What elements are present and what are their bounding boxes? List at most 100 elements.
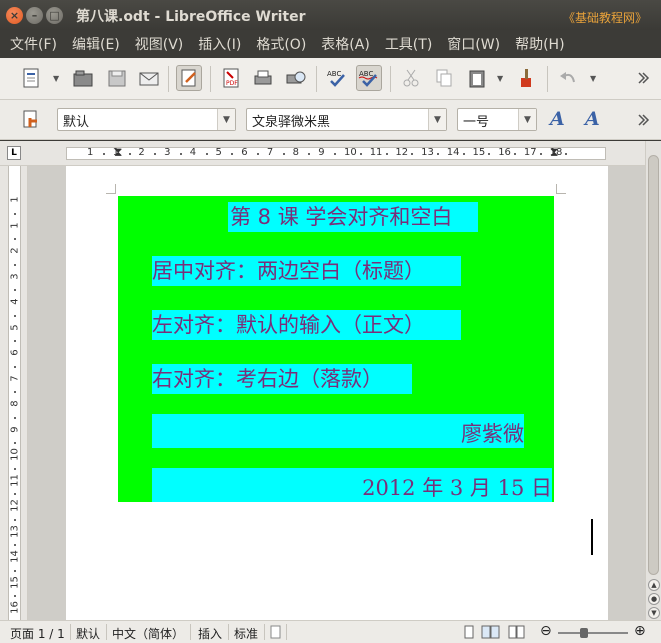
menu-format[interactable]: 格式(O) (250, 34, 312, 54)
styles-formatting-icon[interactable] (18, 107, 44, 133)
status-page[interactable]: 页面 1 / 1 (10, 625, 65, 642)
window-controls: × – □ (6, 7, 63, 24)
ruler-mark: 1 (87, 147, 94, 158)
email-icon[interactable] (136, 65, 162, 91)
scroll-navigator-icon[interactable]: ● (648, 593, 660, 605)
font-size-combo[interactable]: 一号 ▼ (457, 108, 537, 131)
menu-table[interactable]: 表格(A) (315, 34, 376, 54)
spellcheck-icon[interactable]: ABC (324, 65, 350, 91)
close-icon[interactable]: × (6, 7, 23, 24)
vertical-ruler-mark: 1 (9, 221, 21, 229)
vertical-ruler-tick (14, 544, 16, 547)
tab-stop-selector[interactable]: L (7, 146, 21, 160)
scrollbar-thumb[interactable] (648, 155, 659, 575)
vertical-ruler-tick (14, 518, 16, 521)
undo-icon[interactable] (555, 65, 581, 91)
paste-dropdown-icon[interactable]: ▼ (497, 74, 503, 83)
ruler-mark: 10 (344, 147, 357, 158)
vertical-ruler[interactable]: 1 1 2 3 4 5 6 7 8 9 10 11 12 13 14 15 16 (0, 166, 28, 623)
book-view-icon[interactable] (508, 625, 526, 642)
indent-marker-icon[interactable]: ⧗ (550, 145, 558, 160)
status-style[interactable]: 默认 (76, 625, 100, 642)
document-modified-icon (270, 625, 282, 642)
watermark-text: 《基础教程网》 (562, 11, 647, 25)
paste-icon[interactable] (464, 65, 490, 91)
paragraph-style-combo[interactable]: 默认 ▼ (57, 108, 236, 131)
cut-icon[interactable] (398, 65, 424, 91)
vertical-ruler-tick (14, 314, 16, 317)
toolbar-overflow-icon[interactable] (630, 65, 656, 91)
minimize-icon[interactable]: – (26, 7, 43, 24)
vertical-scrollbar[interactable]: ▲ ● ▼ (645, 141, 661, 620)
doc-line-left[interactable]: 左对齐：默认的输入（正文） (152, 310, 461, 340)
vertical-ruler-scale: 1 1 2 3 4 5 6 7 8 9 10 11 12 13 14 15 16 (8, 166, 21, 623)
font-grow-icon[interactable]: A (550, 108, 565, 130)
print-preview-icon[interactable] (283, 65, 309, 91)
vertical-ruler-mark: 8 (9, 400, 21, 407)
menu-window[interactable]: 窗口(W) (441, 34, 506, 54)
font-italic-a-icon[interactable]: A (585, 108, 600, 130)
ruler-tick (565, 153, 568, 155)
status-bar: 页面 1 / 1 默认 中文（简体） 插入 标准 ⊖ ⊕ (0, 620, 661, 643)
font-name-combo[interactable]: 文泉驿微米黑 ▼ (246, 108, 447, 131)
single-page-view-icon[interactable] (462, 625, 476, 642)
vertical-ruler-mark: 12 (9, 499, 21, 512)
chevron-down-icon[interactable]: ▼ (217, 109, 235, 130)
zoom-out-icon[interactable]: ⊖ (540, 623, 552, 639)
copy-icon[interactable] (431, 65, 457, 91)
zoom-slider-handle[interactable] (580, 628, 588, 638)
ruler-mark: 9 (318, 147, 325, 158)
vertical-ruler-mark: 1 (9, 196, 21, 203)
text-cursor (591, 519, 593, 555)
doc-line-title[interactable]: 第 8 课 学会对齐和空白 (228, 202, 478, 232)
doc-line-signature[interactable]: 廖紫微 (152, 414, 524, 448)
edit-mode-icon[interactable] (176, 65, 202, 91)
menu-view[interactable]: 视图(V) (129, 34, 190, 54)
zoom-in-icon[interactable]: ⊕ (634, 623, 646, 639)
status-selection-mode[interactable]: 标准 (234, 625, 258, 642)
status-language[interactable]: 中文（简体） (112, 625, 184, 642)
chevron-down-icon[interactable]: ▼ (518, 109, 536, 130)
vertical-ruler-tick (14, 365, 16, 368)
doc-line-date[interactable]: 2012 年 3 月 15 日 (152, 468, 552, 502)
doc-line-right[interactable]: 右对齐：考右边（落款） (152, 364, 412, 394)
multi-page-view-icon[interactable] (481, 625, 501, 642)
undo-dropdown-icon[interactable]: ▼ (590, 74, 596, 83)
horizontal-ruler[interactable]: L 1 1 2 3 4 5 6 7 8 9 10 11 12 13 14 15 16 17 18 ⧗ ⧗ (0, 141, 661, 166)
document-page[interactable]: 第 8 课 学会对齐和空白 居中对齐：两边空白（标题） 左对齐：默认的输入（正文… (66, 166, 608, 620)
save-icon[interactable] (104, 65, 130, 91)
menu-insert[interactable]: 插入(I) (192, 34, 247, 54)
doc-line-center[interactable]: 居中对齐：两边空白（标题） (152, 256, 461, 286)
menu-edit[interactable]: 编辑(E) (66, 34, 126, 54)
vertical-ruler-mark: 16 (9, 601, 21, 614)
menu-help[interactable]: 帮助(H) (509, 34, 570, 54)
zoom-slider[interactable] (558, 632, 628, 634)
ruler-tick (128, 153, 131, 155)
auto-spellcheck-icon[interactable]: ABC (356, 65, 382, 91)
open-folder-icon[interactable] (70, 65, 96, 91)
clone-formatting-icon[interactable] (514, 65, 540, 91)
menu-tools[interactable]: 工具(T) (379, 34, 438, 54)
menu-file[interactable]: 文件(F) (4, 34, 63, 54)
print-icon[interactable] (250, 65, 276, 91)
scroll-up-icon[interactable]: ▲ (648, 579, 660, 591)
title-bar: × – □ 第八课.odt - LibreOffice Writer 《基础教程… (0, 0, 661, 30)
indent-marker-icon[interactable]: ⧗ (114, 145, 122, 160)
menu-bar: 文件(F) 编辑(E) 视图(V) 插入(I) 格式(O) 表格(A) 工具(T… (0, 30, 661, 58)
ruler-tick (411, 153, 414, 155)
maximize-icon[interactable]: □ (46, 7, 63, 24)
status-insert-mode[interactable]: 插入 (198, 625, 222, 642)
new-document-icon[interactable] (18, 65, 44, 91)
paragraph-style-value: 默认 (63, 115, 90, 130)
document-area[interactable]: 第 8 课 学会对齐和空白 居中对齐：两边空白（标题） 左对齐：默认的输入（正文… (28, 166, 645, 620)
ruler-mark: 15 (472, 147, 486, 158)
vertical-ruler-tick (14, 238, 16, 241)
toolbar-overflow-icon[interactable] (630, 107, 656, 133)
scroll-down-icon[interactable]: ▼ (648, 607, 660, 619)
new-dropdown-icon[interactable]: ▼ (53, 74, 59, 83)
ruler-mark: 8 (292, 147, 299, 158)
export-pdf-icon[interactable]: PDF (218, 65, 244, 91)
chevron-down-icon[interactable]: ▼ (428, 109, 446, 130)
green-background-block (118, 196, 554, 502)
vertical-ruler-mark: 15 (9, 575, 21, 589)
